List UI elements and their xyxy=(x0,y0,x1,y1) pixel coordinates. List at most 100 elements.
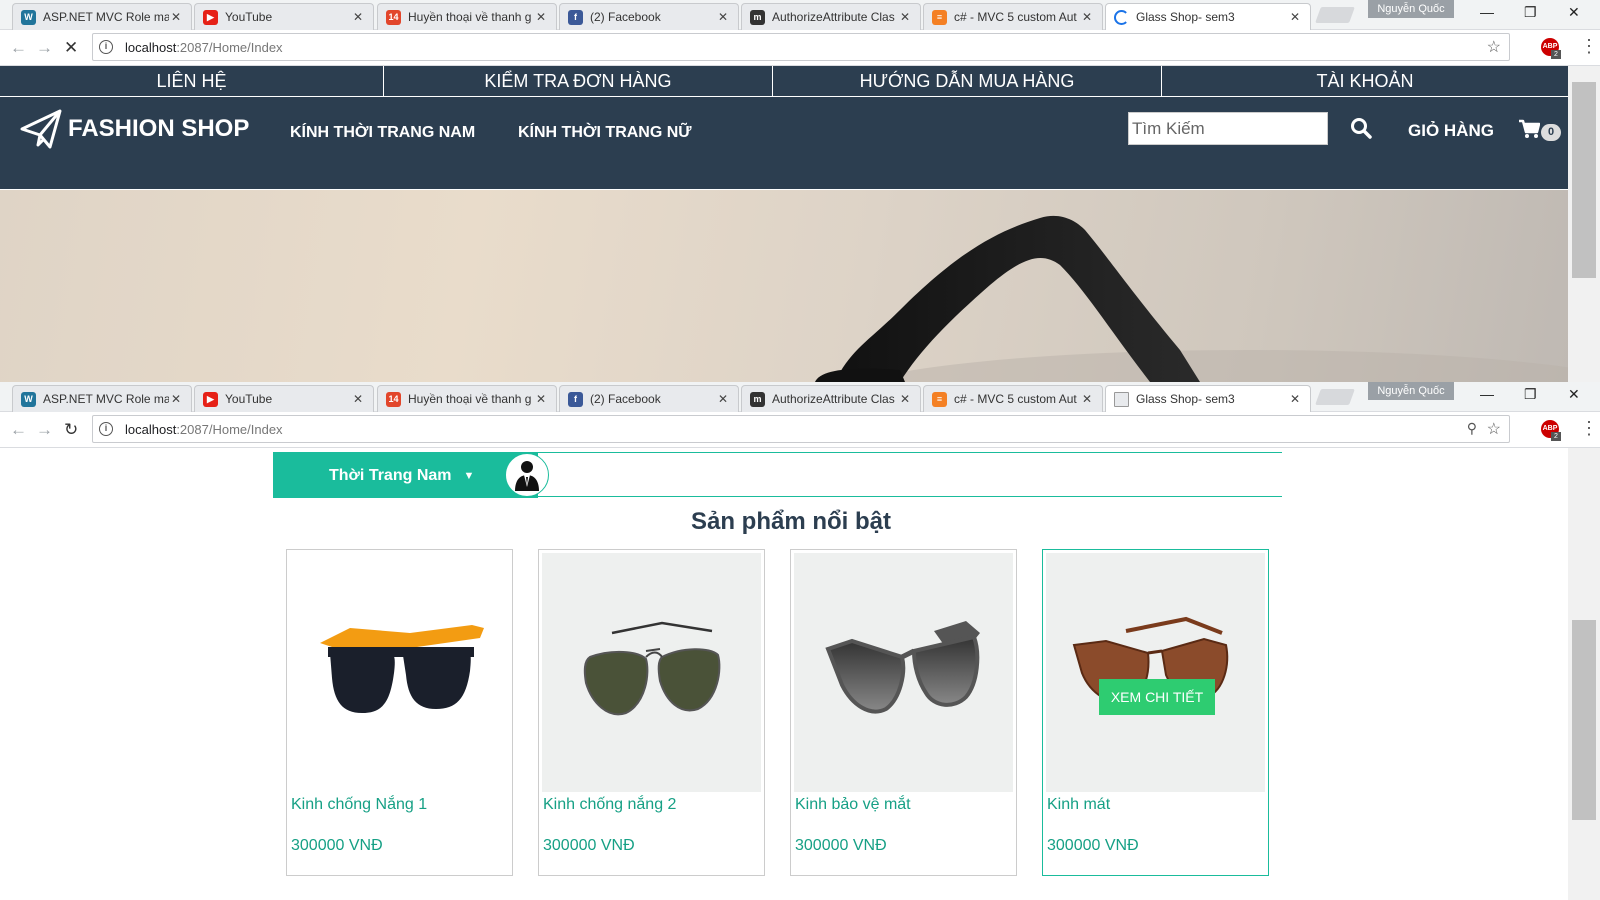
close-tab-icon[interactable]: ✕ xyxy=(716,392,730,406)
close-tab-icon[interactable]: ✕ xyxy=(898,392,912,406)
minimize-icon[interactable]: — xyxy=(1480,4,1494,20)
category-dropdown[interactable]: Thời Trang Nam ▼ xyxy=(273,453,538,498)
close-tab-icon[interactable]: ✕ xyxy=(351,392,365,406)
tab-glass-shop[interactable]: Glass Shop- sem3 ✕ xyxy=(1105,385,1311,412)
product-name[interactable]: Kinh bảo vệ mắt xyxy=(795,796,911,814)
tab-authorize-attribute[interactable]: m AuthorizeAttribute Clas ✕ xyxy=(741,385,921,412)
tab-facebook[interactable]: f (2) Facebook ✕ xyxy=(559,385,739,412)
browser-toolbar: ← → ✕ i localhost:2087/Home/Index ☆ ABP … xyxy=(0,30,1600,66)
restore-icon[interactable]: ❐ xyxy=(1524,4,1537,21)
close-tab-icon[interactable]: ✕ xyxy=(1080,10,1094,24)
tab-glass-shop[interactable]: Glass Shop- sem3 ✕ xyxy=(1105,3,1311,30)
tab-facebook[interactable]: f (2) Facebook ✕ xyxy=(559,3,739,30)
minimize-icon[interactable]: — xyxy=(1480,386,1494,402)
tab-title: YouTube xyxy=(225,10,273,24)
site-logo[interactable]: FASHION SHOP xyxy=(20,109,249,149)
address-bar[interactable]: i localhost:2087/Home/Index ☆ xyxy=(92,33,1510,61)
close-tab-icon[interactable]: ✕ xyxy=(1288,392,1302,406)
tab-title: Huyền thoại về thanh g xyxy=(408,392,532,406)
forward-icon[interactable]: → xyxy=(36,420,53,440)
youtube-icon: ▶ xyxy=(203,391,218,407)
facebook-icon: f xyxy=(568,9,583,25)
close-tab-icon[interactable]: ✕ xyxy=(1080,392,1094,406)
tab-title: c# - MVC 5 custom Aut xyxy=(954,392,1077,406)
product-card[interactable]: XEM CHI TIẾT Kinh mát 300000 VNĐ xyxy=(1042,549,1269,876)
businessman-icon xyxy=(515,461,539,491)
section-title: Sản phẩm nổi bật xyxy=(690,508,891,535)
close-tab-icon[interactable]: ✕ xyxy=(716,10,730,24)
back-icon[interactable]: ← xyxy=(10,420,27,440)
close-tab-icon[interactable]: ✕ xyxy=(169,10,183,24)
tab-aspnet-role[interactable]: W ASP.NET MVC Role mar ✕ xyxy=(12,3,192,30)
adblock-count: 2 xyxy=(1551,50,1561,59)
tab-youtube[interactable]: ▶ YouTube ✕ xyxy=(194,3,374,30)
back-icon[interactable]: ← xyxy=(10,38,27,58)
reload-icon[interactable]: ↻ xyxy=(64,420,78,440)
close-window-icon[interactable]: ✕ xyxy=(1568,386,1580,403)
scrollbar-thumb[interactable] xyxy=(1572,82,1596,278)
product-name[interactable]: Kinh mát xyxy=(1047,796,1110,814)
bookmark-star-icon[interactable]: ☆ xyxy=(1487,419,1501,439)
info-icon[interactable]: i xyxy=(99,40,113,54)
product-card[interactable]: Kinh chống Nắng 1 300000 VNĐ xyxy=(286,549,513,876)
search-icon[interactable] xyxy=(1350,117,1372,139)
product-image xyxy=(1046,553,1265,792)
category-label: Thời Trang Nam xyxy=(329,466,452,484)
paper-plane-icon xyxy=(20,109,62,149)
view-detail-button[interactable]: XEM CHI TIẾT xyxy=(1099,679,1215,715)
sunglasses-aviator-image xyxy=(583,621,721,716)
menu-kebab-icon[interactable]: ⋮ xyxy=(1580,418,1598,439)
stop-loading-icon[interactable]: ✕ xyxy=(64,38,78,58)
tab-aspnet-role[interactable]: W ASP.NET MVC Role mar ✕ xyxy=(12,385,192,412)
close-window-icon[interactable]: ✕ xyxy=(1568,4,1580,21)
site-14-icon: 14 xyxy=(386,391,401,407)
scrollbar-thumb[interactable] xyxy=(1572,620,1596,820)
address-bar[interactable]: i localhost:2087/Home/Index ⚲ ☆ xyxy=(92,415,1510,443)
info-icon[interactable]: i xyxy=(99,422,113,436)
bookmark-star-icon[interactable]: ☆ xyxy=(1487,37,1501,57)
close-tab-icon[interactable]: ✕ xyxy=(351,10,365,24)
restore-icon[interactable]: ❐ xyxy=(1524,386,1537,403)
tab-authorize-attribute[interactable]: m AuthorizeAttribute Clas ✕ xyxy=(741,3,921,30)
nav-shopping-guide[interactable]: HƯỚNG DẪN MUA HÀNG xyxy=(773,66,1162,96)
cart-label[interactable]: GIỎ HÀNG xyxy=(1408,121,1494,141)
browser-toolbar: ← → ↻ i localhost:2087/Home/Index ⚲ ☆ AB… xyxy=(0,412,1600,448)
nav-check-order[interactable]: KIỂM TRA ĐƠN HÀNG xyxy=(384,66,773,96)
new-tab-button[interactable] xyxy=(1315,389,1355,405)
tab-stackoverflow[interactable]: ≡ c# - MVC 5 custom Aut ✕ xyxy=(923,3,1103,30)
m-icon: m xyxy=(750,9,765,25)
product-card[interactable]: Kinh bảo vệ mắt 300000 VNĐ xyxy=(790,549,1017,876)
close-tab-icon[interactable]: ✕ xyxy=(534,392,548,406)
nav-contact[interactable]: LIÊN HỆ xyxy=(0,66,384,96)
close-tab-icon[interactable]: ✕ xyxy=(1288,10,1302,24)
product-name[interactable]: Kinh chống Nắng 1 xyxy=(291,796,427,814)
url-path: :2087/Home/Index xyxy=(176,421,283,437)
close-tab-icon[interactable]: ✕ xyxy=(898,10,912,24)
tab-title: ASP.NET MVC Role mar xyxy=(43,10,169,24)
tab-youtube[interactable]: ▶ YouTube ✕ xyxy=(194,385,374,412)
menu-women-glasses[interactable]: KÍNH THỜI TRANG NỮ xyxy=(518,124,692,142)
menu-kebab-icon[interactable]: ⋮ xyxy=(1580,36,1598,57)
new-tab-button[interactable] xyxy=(1315,7,1355,23)
shopping-cart-icon[interactable] xyxy=(1518,119,1540,139)
tab-huyen-thoai[interactable]: 14 Huyền thoại về thanh g ✕ xyxy=(377,3,557,30)
tab-huyen-thoai[interactable]: 14 Huyền thoại về thanh g ✕ xyxy=(377,385,557,412)
nav-account[interactable]: TÀI KHOẢN xyxy=(1162,66,1568,96)
category-avatar xyxy=(505,453,549,497)
product-image xyxy=(542,553,761,792)
tab-stackoverflow[interactable]: ≡ c# - MVC 5 custom Aut ✕ xyxy=(923,385,1103,412)
profile-badge[interactable]: Nguyễn Quốc xyxy=(1368,382,1454,400)
sunglasses-hero-image xyxy=(815,215,1568,382)
loading-spinner-icon xyxy=(1114,9,1129,25)
menu-men-glasses[interactable]: KÍNH THỜI TRANG NAM xyxy=(290,124,475,142)
product-card[interactable]: Kinh chống nắng 2 300000 VNĐ xyxy=(538,549,765,876)
stackoverflow-icon: ≡ xyxy=(932,9,947,25)
zoom-icon[interactable]: ⚲ xyxy=(1467,420,1477,437)
product-name[interactable]: Kinh chống nắng 2 xyxy=(543,796,676,814)
profile-badge[interactable]: Nguyễn Quốc xyxy=(1368,0,1454,18)
search-input[interactable]: Tìm Kiếm xyxy=(1128,112,1328,145)
product-image xyxy=(290,553,509,792)
close-tab-icon[interactable]: ✕ xyxy=(534,10,548,24)
forward-icon[interactable]: → xyxy=(36,38,53,58)
close-tab-icon[interactable]: ✕ xyxy=(169,392,183,406)
